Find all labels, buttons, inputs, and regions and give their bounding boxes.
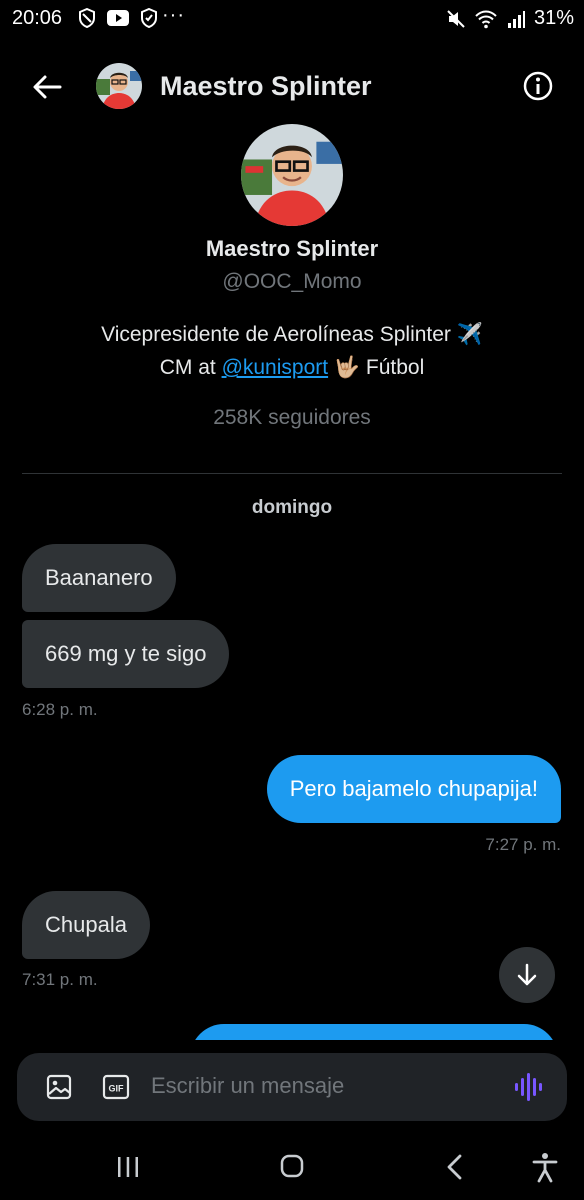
profile-name: Maestro Splinter [205, 236, 379, 261]
message-bubble-incoming[interactable]: 669 mg y te sigo [22, 620, 230, 688]
bio-line-2: CM at @kunisport 🤟🏼 Fútbol [0, 351, 584, 384]
scroll-to-bottom-button[interactable] [499, 947, 555, 1003]
nav-back-icon[interactable] [443, 1153, 467, 1181]
svg-text:GIF: GIF [109, 1084, 125, 1094]
page-title[interactable]: Maestro Splinter [160, 71, 372, 102]
youtube-icon [107, 10, 129, 26]
system-navigation-bar [0, 1140, 584, 1200]
notification-icons [78, 8, 158, 28]
shield-check-icon [141, 8, 157, 28]
profile-avatar[interactable] [241, 124, 343, 226]
bio-prefix: CM at [159, 356, 222, 379]
message-composer: GIF Escribir un mensaje [17, 1053, 567, 1121]
profile-card: Maestro Splinter @OOC_Momo Vicepresident… [0, 124, 584, 430]
conversation-header: Maestro Splinter [0, 58, 584, 118]
bio-suffix: 🤟🏼 Fútbol [328, 356, 425, 379]
recent-apps-icon[interactable] [115, 1154, 141, 1180]
divider [22, 473, 562, 474]
signal-icon [507, 10, 525, 28]
message-timestamp: 6:28 p. m. [22, 700, 98, 719]
status-time: 20:06 [12, 7, 63, 29]
followers-count[interactable]: 258K seguidores [0, 406, 584, 430]
shield-icon [79, 8, 95, 28]
image-icon[interactable] [45, 1073, 73, 1101]
voice-icon[interactable] [513, 1071, 543, 1103]
mute-icon [447, 9, 465, 28]
message-timestamp: 7:27 p. m. [485, 835, 561, 854]
home-icon[interactable] [279, 1153, 305, 1179]
bio-mention-link[interactable]: @kunisport [222, 356, 329, 379]
system-icons: 31% [446, 7, 574, 30]
arrow-down-icon [517, 963, 537, 986]
more-notifications-icon: ··· [162, 4, 185, 26]
battery-percentage: 31% [533, 7, 574, 29]
message-timestamp: 7:31 p. m. [22, 970, 98, 989]
message-input[interactable]: Escribir un mensaje [151, 1073, 344, 1099]
profile-handle: @OOC_Momo [222, 270, 362, 293]
bio-line-1: Vicepresidente de Aerolíneas Splinter ✈️ [101, 323, 483, 346]
message-bubble-incoming[interactable]: Baananero [22, 544, 176, 612]
back-arrow-icon[interactable] [30, 70, 64, 104]
info-icon[interactable] [522, 70, 554, 102]
day-separator: domingo [251, 497, 333, 518]
message-bubble-incoming[interactable]: Chupala [22, 891, 150, 959]
accessibility-icon[interactable] [530, 1151, 560, 1183]
profile-bio: Vicepresidente de Aerolíneas Splinter ✈️… [0, 318, 584, 384]
avatar[interactable] [96, 63, 142, 109]
gif-icon[interactable]: GIF [102, 1073, 130, 1101]
status-bar: 20:06 ··· 31% [0, 0, 584, 38]
message-bubble-outgoing[interactable]: Pero bajamelo chupapija! [266, 755, 561, 823]
wifi-icon [475, 10, 497, 28]
